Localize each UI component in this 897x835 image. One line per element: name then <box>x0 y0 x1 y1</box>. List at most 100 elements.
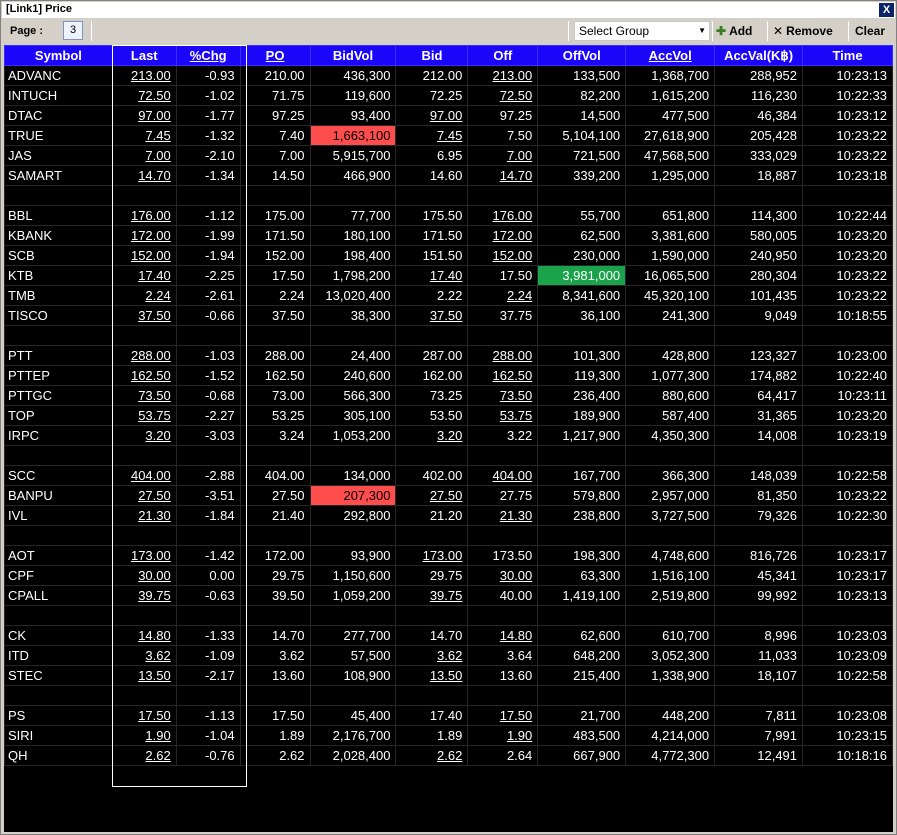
table-row[interactable]: CPALL 39.75 -0.63 39.50 1,059,200 39.75 40.00 1… <box>4 585 893 606</box>
table-row[interactable]: PTT 288.00 -1.03 288.00 24,400 287.00 288.00 10… <box>4 345 893 366</box>
last-cell[interactable]: 172.00 <box>111 225 177 246</box>
off-cell[interactable]: 7.50 <box>467 125 539 146</box>
bid-cell[interactable]: 2.62 <box>395 745 469 766</box>
table-row[interactable]: QH 2.62 -0.76 2.62 2,028,400 2.62 2.64 667,900 4… <box>4 745 893 766</box>
bid-cell[interactable]: 212.00 <box>395 65 469 86</box>
last-cell[interactable]: 288.00 <box>111 345 177 366</box>
bid-cell[interactable]: 17.40 <box>395 705 469 726</box>
off-cell[interactable]: 152.00 <box>467 245 539 266</box>
off-cell[interactable]: 14.70 <box>467 165 539 186</box>
table-row[interactable]: INTUCH 72.50 -1.02 71.75 119,600 72.25 72.50 82… <box>4 85 893 106</box>
off-cell[interactable]: 2.64 <box>467 745 539 766</box>
bid-cell[interactable]: 39.75 <box>395 585 469 606</box>
table-row[interactable]: IVL 21.30 -1.84 21.40 292,800 21.20 21.30 238,8… <box>4 505 893 526</box>
bid-cell[interactable]: 175.50 <box>395 205 469 226</box>
off-cell[interactable]: 14.80 <box>467 625 539 646</box>
clear-button[interactable]: Clear <box>855 21 885 41</box>
table-row[interactable]: TRUE 7.45 -1.32 7.40 1,663,100 7.45 7.50 5,104,… <box>4 125 893 146</box>
off-cell[interactable]: 213.00 <box>467 65 539 86</box>
page-number-field[interactable]: 3 <box>63 21 83 40</box>
off-cell[interactable]: 40.00 <box>467 585 539 606</box>
last-cell[interactable]: 7.45 <box>111 125 177 146</box>
select-group-dropdown[interactable]: Select Group ▼ <box>574 21 710 41</box>
last-cell[interactable]: 3.62 <box>111 645 177 666</box>
off-cell[interactable]: 7.00 <box>467 145 539 166</box>
off-cell[interactable]: 3.22 <box>467 425 539 446</box>
off-cell[interactable]: 162.50 <box>467 365 539 386</box>
off-cell[interactable]: 1.90 <box>467 725 539 746</box>
table-row[interactable]: PTTGC 73.50 -0.68 73.00 566,300 73.25 73.50 236… <box>4 385 893 406</box>
table-row[interactable]: SCC 404.00 -2.88 404.00 134,000 402.00 404.00 1… <box>4 465 893 486</box>
off-cell[interactable]: 17.50 <box>467 265 539 286</box>
bid-cell[interactable]: 171.50 <box>395 225 469 246</box>
off-cell[interactable]: 3.64 <box>467 645 539 666</box>
bid-cell[interactable]: 402.00 <box>395 465 469 486</box>
bid-cell[interactable]: 3.62 <box>395 645 469 666</box>
bid-cell[interactable]: 162.00 <box>395 365 469 386</box>
off-cell[interactable]: 72.50 <box>467 85 539 106</box>
last-cell[interactable]: 53.75 <box>111 405 177 426</box>
column-header-last[interactable]: Last <box>111 45 177 66</box>
bid-cell[interactable]: 3.20 <box>395 425 469 446</box>
table-row[interactable]: TMB 2.24 -2.61 2.24 13,020,400 2.22 2.24 8,341,… <box>4 285 893 306</box>
bid-cell[interactable]: 6.95 <box>395 145 469 166</box>
last-cell[interactable]: 30.00 <box>111 565 177 586</box>
last-cell[interactable]: 14.80 <box>111 625 177 646</box>
bid-cell[interactable]: 29.75 <box>395 565 469 586</box>
last-cell[interactable]: 1.90 <box>111 725 177 746</box>
table-row[interactable]: KTB 17.40 -2.25 17.50 1,798,200 17.40 17.50 3,9… <box>4 265 893 286</box>
table-row[interactable]: CK 14.80 -1.33 14.70 277,700 14.70 14.80 62,600… <box>4 625 893 646</box>
bid-cell[interactable]: 53.50 <box>395 405 469 426</box>
table-row[interactable]: SIRI 1.90 -1.04 1.89 2,176,700 1.89 1.90 483,50… <box>4 725 893 746</box>
column-header-offvol[interactable]: OffVol <box>537 45 627 66</box>
bid-cell[interactable]: 17.40 <box>395 265 469 286</box>
column-header-bid[interactable]: Bid <box>395 45 469 66</box>
column-header-symbol[interactable]: Symbol <box>4 45 113 66</box>
column-header-pct-chg[interactable]: %Chg <box>175 45 241 66</box>
column-header-accval[interactable]: AccVal(K฿) <box>714 45 804 66</box>
table-row[interactable]: BANPU 27.50 -3.51 27.50 207,300 27.50 27.75 579… <box>4 485 893 506</box>
last-cell[interactable]: 173.00 <box>111 545 177 566</box>
last-cell[interactable]: 17.50 <box>111 705 177 726</box>
table-row[interactable]: SCB 152.00 -1.94 152.00 198,400 151.50 152.00 2… <box>4 245 893 266</box>
last-cell[interactable]: 37.50 <box>111 305 177 326</box>
bid-cell[interactable]: 21.20 <box>395 505 469 526</box>
off-cell[interactable]: 13.60 <box>467 665 539 686</box>
column-header-accvol[interactable]: AccVol <box>625 45 716 66</box>
off-cell[interactable]: 176.00 <box>467 205 539 226</box>
last-cell[interactable]: 13.50 <box>111 665 177 686</box>
last-cell[interactable]: 152.00 <box>111 245 177 266</box>
last-cell[interactable]: 73.50 <box>111 385 177 406</box>
bid-cell[interactable]: 72.25 <box>395 85 469 106</box>
bid-cell[interactable]: 151.50 <box>395 245 469 266</box>
off-cell[interactable]: 73.50 <box>467 385 539 406</box>
last-cell[interactable]: 404.00 <box>111 465 177 486</box>
column-header-po[interactable]: PO <box>239 45 311 66</box>
off-cell[interactable]: 404.00 <box>467 465 539 486</box>
last-cell[interactable]: 39.75 <box>111 585 177 606</box>
table-row[interactable]: DTAC 97.00 -1.77 97.25 93,400 97.00 97.25 14,50… <box>4 105 893 126</box>
last-cell[interactable]: 27.50 <box>111 485 177 506</box>
last-cell[interactable]: 7.00 <box>111 145 177 166</box>
table-row[interactable]: STEC 13.50 -2.17 13.60 108,900 13.50 13.60 215,… <box>4 665 893 686</box>
off-cell[interactable]: 27.75 <box>467 485 539 506</box>
off-cell[interactable]: 17.50 <box>467 705 539 726</box>
table-row[interactable]: KBANK 172.00 -1.99 171.50 180,100 171.50 172.0… <box>4 225 893 246</box>
off-cell[interactable]: 173.50 <box>467 545 539 566</box>
last-cell[interactable]: 72.50 <box>111 85 177 106</box>
bid-cell[interactable]: 287.00 <box>395 345 469 366</box>
off-cell[interactable]: 37.75 <box>467 305 539 326</box>
bid-cell[interactable]: 173.00 <box>395 545 469 566</box>
table-row[interactable]: ITD 3.62 -1.09 3.62 57,500 3.62 3.64 648,200 3,0… <box>4 645 893 666</box>
off-cell[interactable]: 2.24 <box>467 285 539 306</box>
last-cell[interactable]: 17.40 <box>111 265 177 286</box>
add-button[interactable]: ✚ Add <box>716 21 752 41</box>
last-cell[interactable]: 21.30 <box>111 505 177 526</box>
remove-button[interactable]: ✕ Remove <box>773 21 833 41</box>
table-row[interactable]: AOT 173.00 -1.42 172.00 93,900 173.00 173.50 19… <box>4 545 893 566</box>
off-cell[interactable]: 30.00 <box>467 565 539 586</box>
off-cell[interactable]: 172.00 <box>467 225 539 246</box>
last-cell[interactable]: 2.62 <box>111 745 177 766</box>
last-cell[interactable]: 2.24 <box>111 285 177 306</box>
bid-cell[interactable]: 14.70 <box>395 625 469 646</box>
